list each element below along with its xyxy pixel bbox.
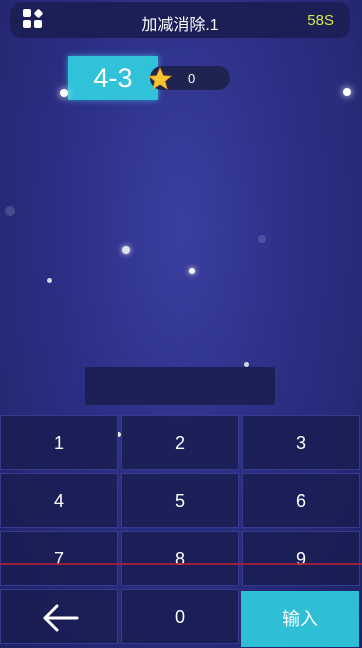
back-button[interactable] [0,589,118,644]
key-3[interactable]: 3 [242,415,360,470]
sparkle [343,88,351,96]
sparkle [189,268,195,274]
star-icon [148,67,172,90]
sparkle [5,206,15,216]
answer-display [85,367,275,405]
countdown-timer: 58S [307,12,334,29]
number-keypad: 1 2 3 4 5 6 7 8 9 0 输入 [0,415,362,648]
sparkle [47,278,52,283]
enter-button[interactable]: 输入 [241,591,359,647]
back-arrow-icon [43,604,79,632]
key-0[interactable]: 0 [121,589,239,644]
score-value: 0 [188,71,196,86]
key-1[interactable]: 1 [0,415,118,470]
key-7[interactable]: 7 [0,531,118,586]
question-card: 4-3 [68,56,158,100]
key-9[interactable]: 9 [242,531,360,586]
key-8[interactable]: 8 [121,531,239,586]
key-4[interactable]: 4 [0,473,118,528]
key-2[interactable]: 2 [121,415,239,470]
sparkle [60,89,68,97]
key-5[interactable]: 5 [121,473,239,528]
key-6[interactable]: 6 [242,473,360,528]
sparkle [122,246,130,254]
level-title: 加减消除.1 [141,17,219,34]
top-bar: 加减消除.1 58S [10,2,350,38]
sparkle [258,235,266,243]
divider-line [0,563,362,565]
